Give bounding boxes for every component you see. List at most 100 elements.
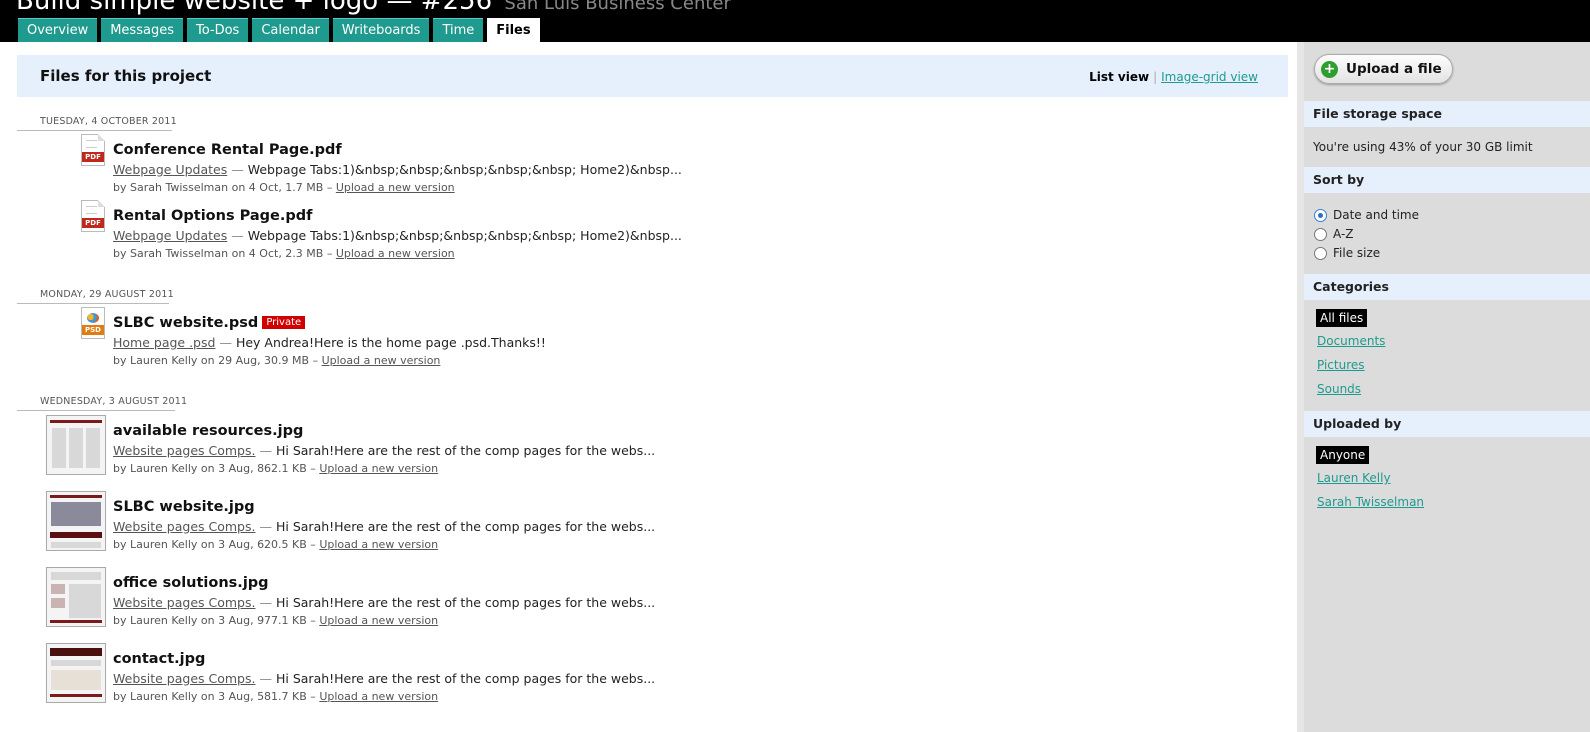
file-category-link[interactable]: Website pages Comps. [113, 443, 255, 458]
file-row: contact.jpg Website pages Comps. — Hi Sara… [17, 643, 1288, 711]
tab-files[interactable]: Files [487, 18, 540, 42]
tab-messages[interactable]: Messages [101, 18, 183, 42]
tab-overview[interactable]: Overview [18, 18, 98, 42]
file-description: Website pages Comps. — Hi Sarah!Here are t… [113, 443, 655, 458]
dash: — [259, 595, 272, 610]
file-description: Website pages Comps. — Hi Sarah!Here are t… [113, 519, 655, 534]
upload-new-version-link[interactable]: Upload a new version [322, 354, 441, 367]
file-name-link[interactable]: SLBC website.jpg [113, 499, 255, 515]
radio-icon[interactable] [1314, 246, 1327, 260]
project-header: Build simple website + logo — #256 San L… [0, 0, 1590, 42]
file-excerpt: Hi Sarah!Here are the rest of the comp p… [275, 595, 656, 610]
file-name-link[interactable]: contact.jpg [113, 651, 205, 667]
sort-option-size[interactable]: File size [1314, 246, 1380, 260]
file-row: office solutions.jpg Website pages Comps… [17, 567, 1288, 635]
categories-heading: Categories [1304, 274, 1590, 300]
pdf-icon[interactable]: PDF [81, 200, 105, 232]
file-meta: by Lauren Kelly on 3 Aug, 581.7 KB – Upl… [113, 690, 438, 703]
file-description: Website pages Comps. — Hi Sarah!Here are t… [113, 671, 655, 686]
category-documents-link[interactable]: Documents [1317, 334, 1385, 348]
date-heading: MONDAY, 29 AUGUST 2011 [17, 289, 174, 304]
sort-option-label: File size [1333, 246, 1381, 260]
pdf-icon-label: PDF [82, 218, 104, 228]
sidebar: + Upload a file File storage space You'r… [1297, 42, 1590, 732]
upload-new-version-link[interactable]: Upload a new version [319, 462, 438, 475]
tab-time[interactable]: Time [433, 18, 484, 42]
file-meta: by Lauren Kelly on 3 Aug, 977.1 KB – Upl… [113, 614, 438, 627]
file-name-link[interactable]: available resources.jpg [113, 423, 303, 439]
file-name-text[interactable]: SLBC website.psd [113, 315, 258, 331]
plus-icon: + [1321, 60, 1338, 78]
view-separator: | [1153, 70, 1158, 84]
image-grid-view-link[interactable]: Image-grid view [1161, 70, 1258, 84]
client-name: San Luis Business Center [504, 0, 731, 14]
dash: — [259, 671, 272, 686]
category-all-files[interactable]: All files [1316, 309, 1368, 327]
file-excerpt: Hi Sarah!Here are the rest of the comp p… [275, 443, 656, 458]
uploader-lauren-kelly-link[interactable]: Lauren Kelly [1317, 471, 1391, 485]
file-meta-text: by Sarah Twisselman on 4 Oct, 2.3 MB – [113, 247, 333, 260]
tab-todos[interactable]: To-Dos [186, 18, 249, 42]
file-row: PSD SLBC website.psd Private Home page .p… [17, 307, 1288, 375]
upload-new-version-link[interactable]: Upload a new version [336, 181, 455, 194]
file-meta-text: by Lauren Kelly on 3 Aug, 620.5 KB – [113, 538, 316, 551]
upload-file-label: Upload a file [1346, 61, 1442, 77]
project-title: Build simple website + logo — #256 San L… [16, 0, 731, 16]
image-thumbnail[interactable] [46, 491, 106, 551]
dash: — [231, 162, 244, 177]
file-category-link[interactable]: Home page .psd [113, 335, 215, 350]
file-description: Webpage Updates — Webpage Tabs:1)&nbsp;&nb… [113, 162, 682, 177]
file-excerpt: Hey Andrea!Here is the home page .psd.Th… [235, 335, 546, 350]
radio-icon[interactable] [1314, 227, 1327, 241]
psd-icon[interactable]: PSD [81, 307, 105, 339]
sort-option-az[interactable]: A-Z [1314, 227, 1354, 241]
file-category-link[interactable]: Website pages Comps. [113, 595, 255, 610]
file-meta: by Sarah Twisselman on 4 Oct, 1.7 MB – U… [113, 181, 455, 194]
file-name-link[interactable]: office solutions.jpg [113, 575, 269, 591]
files-panel: Files for this project List view | Image-g… [17, 55, 1288, 732]
date-heading: WEDNESDAY, 3 AUGUST 2011 [17, 396, 187, 411]
category-pictures-link[interactable]: Pictures [1317, 358, 1365, 372]
file-category-link[interactable]: Website pages Comps. [113, 519, 255, 534]
uploader-sarah-twisselman-link[interactable]: Sarah Twisselman [1317, 495, 1424, 509]
file-name-link[interactable]: Conference Rental Page.pdf [113, 142, 342, 158]
dash: — [259, 519, 272, 534]
file-category-link[interactable]: Website pages Comps. [113, 671, 255, 686]
file-meta-text: by Lauren Kelly on 3 Aug, 862.1 KB – [113, 462, 316, 475]
tab-calendar[interactable]: Calendar [252, 18, 329, 42]
upload-file-button[interactable]: + Upload a file [1314, 54, 1453, 84]
file-category-link[interactable]: Webpage Updates [113, 228, 227, 243]
pdf-icon[interactable]: PDF [81, 134, 105, 166]
tab-writeboards[interactable]: Writeboards [332, 18, 430, 42]
list-view-label: List view [1089, 70, 1150, 84]
psd-icon-label: PSD [82, 325, 104, 335]
uploader-anyone[interactable]: Anyone [1316, 446, 1370, 464]
file-row: PDF Rental Options Page.pdf Webpage Upda… [17, 200, 1288, 268]
file-meta: by Lauren Kelly on 29 Aug, 30.9 MB – Upl… [113, 354, 440, 367]
storage-usage-text: You're using 43% of your 30 GB limit [1313, 140, 1533, 154]
file-description: Webpage Updates — Webpage Tabs:1)&nbsp;&nb… [113, 228, 682, 243]
upload-new-version-link[interactable]: Upload a new version [336, 247, 455, 260]
image-thumbnail[interactable] [46, 415, 106, 475]
file-meta-text: by Lauren Kelly on 3 Aug, 977.1 KB – [113, 614, 316, 627]
file-excerpt: Webpage Tabs:1)&nbsp;&nbsp;&nbsp;&nbsp;&… [247, 228, 682, 243]
image-thumbnail[interactable] [46, 643, 106, 703]
image-thumbnail[interactable] [46, 567, 106, 627]
dash: — [259, 443, 272, 458]
file-meta: by Lauren Kelly on 3 Aug, 620.5 KB – Upl… [113, 538, 438, 551]
radio-selected-icon[interactable] [1314, 208, 1327, 222]
file-name-link[interactable]: Rental Options Page.pdf [113, 208, 312, 224]
sort-option-date[interactable]: Date and time [1314, 208, 1419, 222]
file-meta-text: by Lauren Kelly on 29 Aug, 30.9 MB – [113, 354, 319, 367]
upload-new-version-link[interactable]: Upload a new version [319, 614, 438, 627]
file-row: PDF Conference Rental Page.pdf Webpage U… [17, 134, 1288, 202]
sort-option-label: Date and time [1333, 208, 1419, 222]
date-heading: TUESDAY, 4 OCTOBER 2011 [17, 116, 177, 131]
upload-new-version-link[interactable]: Upload a new version [319, 538, 438, 551]
sort-option-label: A-Z [1333, 227, 1354, 241]
file-excerpt: Webpage Tabs:1)&nbsp;&nbsp;&nbsp;&nbsp;&… [247, 162, 682, 177]
project-tabs: Overview Messages To-Dos Calendar Writeb… [18, 18, 544, 42]
category-sounds-link[interactable]: Sounds [1317, 382, 1361, 396]
file-category-link[interactable]: Webpage Updates [113, 162, 227, 177]
upload-new-version-link[interactable]: Upload a new version [319, 690, 438, 703]
